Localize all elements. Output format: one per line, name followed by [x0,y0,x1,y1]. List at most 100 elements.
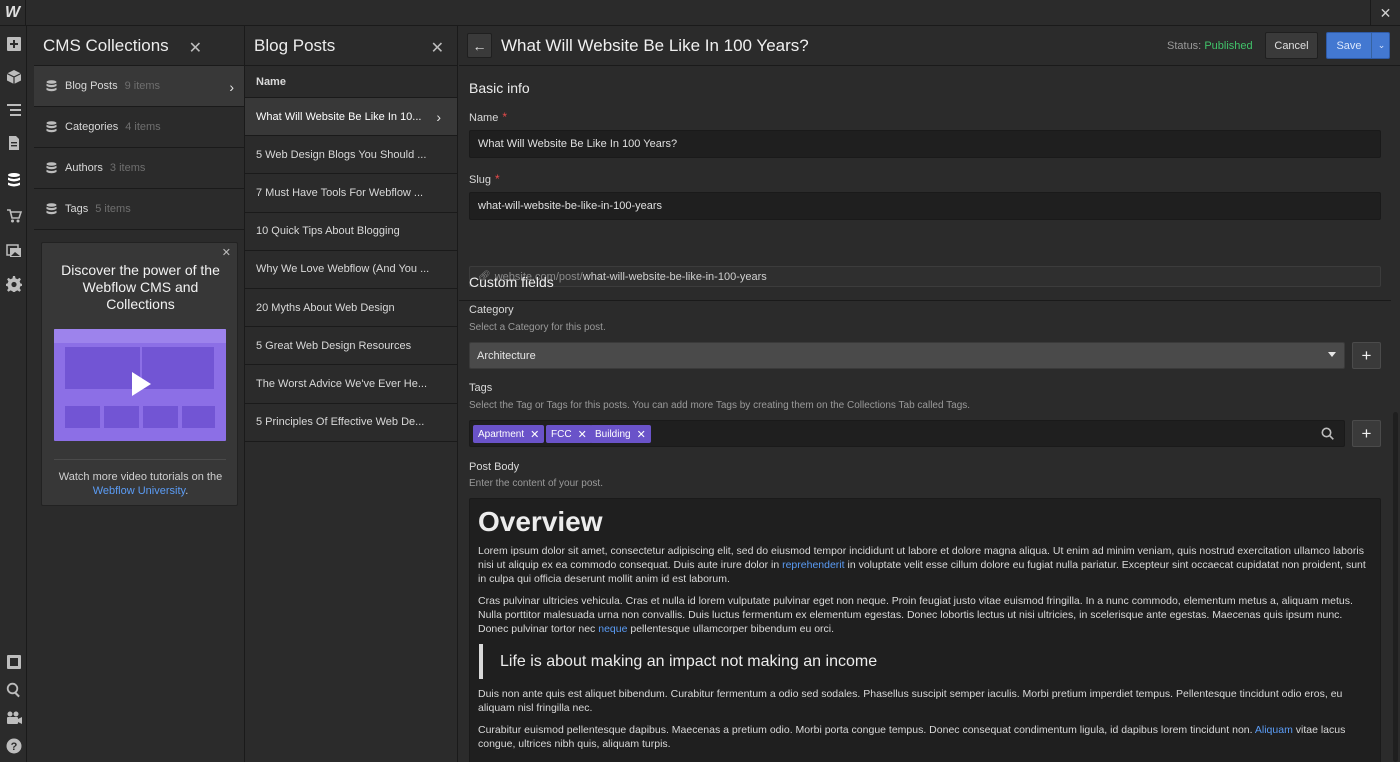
database-icon [46,121,57,133]
post-row[interactable]: 5 Web Design Blogs You Should ... [245,136,457,175]
body-link[interactable]: reprehenderit [782,559,844,571]
remove-tag-icon[interactable]: ✕ [637,428,646,441]
add-panel-icon[interactable] [0,30,27,58]
section-divider [459,300,1391,301]
search-icon[interactable] [1321,427,1334,443]
close-promo-icon[interactable]: ✕ [222,246,231,259]
post-row[interactable]: What Will Website Be Like In 10... › [245,98,457,137]
slug-field[interactable]: what-will-website-be-like-in-100-years [469,192,1381,220]
cms-icon[interactable] [0,166,27,194]
assets-icon[interactable] [0,236,27,264]
slug-preview-value: what-will-website-be-like-in-100-years [582,270,767,283]
slug-preview-url[interactable]: 🔗︎ website.com/post/what-will-website-be… [469,266,1381,287]
post-row[interactable]: 7 Must Have Tools For Webflow ... [245,174,457,213]
tags-label: Tags [469,382,493,394]
post-row[interactable]: 5 Great Web Design Resources [245,327,457,366]
slug-label-text: Slug [469,174,492,186]
promo-divider [54,459,226,460]
collection-count: 9 items [124,80,161,92]
category-select[interactable]: Architecture [469,342,1345,369]
status-badge: Published [1204,40,1253,52]
ecommerce-icon[interactable] [0,202,27,230]
category-value: Architecture [477,349,536,362]
play-icon[interactable] [132,372,151,396]
settings-icon[interactable] [0,270,27,298]
tutorial-video-thumbnail[interactable] [54,329,226,441]
post-row[interactable]: The Worst Advice We've Ever He... [245,365,457,404]
item-title: What Will Website Be Like In 100 Years? [501,36,809,55]
close-posts-icon[interactable]: ✕ [431,38,444,58]
add-category-button[interactable]: + [1352,342,1381,369]
body-link[interactable]: neque [598,623,627,635]
navigator-icon[interactable] [0,96,27,124]
chevron-down-icon[interactable]: ⌄ [1373,33,1390,58]
tag-label: Apartment [478,428,525,440]
cms-collections-panel: CMS Collections ✕ Blog Posts 9 items › C… [34,26,245,762]
post-title: 5 Principles Of Effective Web De... [256,416,425,429]
remove-tag-icon[interactable]: ✕ [530,428,539,441]
collection-item-blog-posts[interactable]: Blog Posts 9 items › [34,66,244,107]
webflow-university-link[interactable]: Webflow University [93,485,186,497]
close-collections-icon[interactable]: ✕ [189,38,202,58]
custom-fields-title: Custom fields [469,274,554,290]
close-designer-button[interactable]: ✕ [1370,0,1400,26]
name-column-header[interactable]: Name [245,66,457,98]
post-body-label: Post Body [469,461,520,473]
post-row[interactable]: 20 Myths About Web Design [245,289,457,328]
preview-frame-icon[interactable] [0,648,27,676]
body-link[interactable]: Aliquam [1255,724,1293,736]
collection-count: 5 items [95,203,131,215]
post-body-editor[interactable]: Overview Lorem ipsum dolor sit amet, con… [469,498,1381,762]
post-row[interactable]: 10 Quick Tips About Blogging [245,213,457,251]
category-hint: Select a Category for this post. [469,322,606,333]
save-button[interactable]: Save [1327,33,1372,58]
tag-label: FCC [551,428,572,440]
name-field-label: Name * [469,110,507,124]
remove-tag-icon[interactable]: ✕ [578,428,587,441]
add-tag-button[interactable]: + [1352,420,1381,447]
post-title: 20 Myths About Web Design [256,301,395,314]
name-field[interactable]: What Will Website Be Like In 100 Years? [469,130,1381,158]
panel-title: CMS Collections [43,35,169,55]
help-icon[interactable]: ? [0,732,27,760]
arrow-left-icon: ← [472,37,487,54]
search-icon[interactable] [0,676,27,704]
database-icon [46,203,57,215]
body-heading: Overview [478,506,603,537]
collections-header: CMS Collections ✕ [34,26,244,66]
scrollbar-thumb[interactable] [1393,412,1398,762]
post-row[interactable]: Why We Love Webflow (And You ... [245,251,457,289]
chevron-right-icon: › [229,79,234,95]
video-tutorials-icon[interactable] [0,704,27,732]
promo-footer-end: . [185,485,189,497]
cancel-button[interactable]: Cancel [1265,32,1318,59]
editor-form[interactable]: Basic info Name * What Will Website Be Li… [459,66,1391,762]
video-thumbnail-image [182,406,215,428]
paragraph-text: Curabitur euismod pellentesque dapibus. … [478,724,1255,736]
panel-title: Blog Posts [254,35,336,55]
webflow-logo-icon[interactable]: W [0,0,26,26]
pages-icon[interactable] [0,129,27,157]
post-title: The Worst Advice We've Ever He... [256,377,428,390]
post-title: 5 Web Design Blogs You Should ... [256,148,427,161]
post-title: 7 Must Have Tools For Webflow ... [256,186,424,199]
editor-scrollbar[interactable] [1391,66,1400,762]
collection-count: 4 items [125,121,161,133]
required-indicator: * [502,110,508,124]
components-icon[interactable] [0,63,27,91]
collection-label: Authors [65,162,103,174]
collection-item-tags[interactable]: Tags 5 items [34,189,244,230]
tag-chip: Apartment ✕ [473,425,545,443]
save-button-group: Save ⌄ [1326,32,1390,59]
collection-item-categories[interactable]: Categories 4 items [34,107,244,148]
collection-label: Tags [65,203,89,215]
post-row[interactable]: 5 Principles Of Effective Web De... [245,404,457,442]
collection-item-authors[interactable]: Authors 3 items [34,148,244,189]
chevron-right-icon: › [436,109,441,125]
tags-multiselect[interactable]: Apartment ✕ FCC ✕ Building ✕ [469,420,1345,447]
body-paragraph: Duis non ante quis est aliquet bibendum.… [478,688,1343,714]
name-label-text: Name [469,112,499,124]
back-button[interactable]: ← [467,33,492,58]
body-blockquote: Life is about making an impact not makin… [479,644,877,679]
post-title: 10 Quick Tips About Blogging [256,225,400,238]
